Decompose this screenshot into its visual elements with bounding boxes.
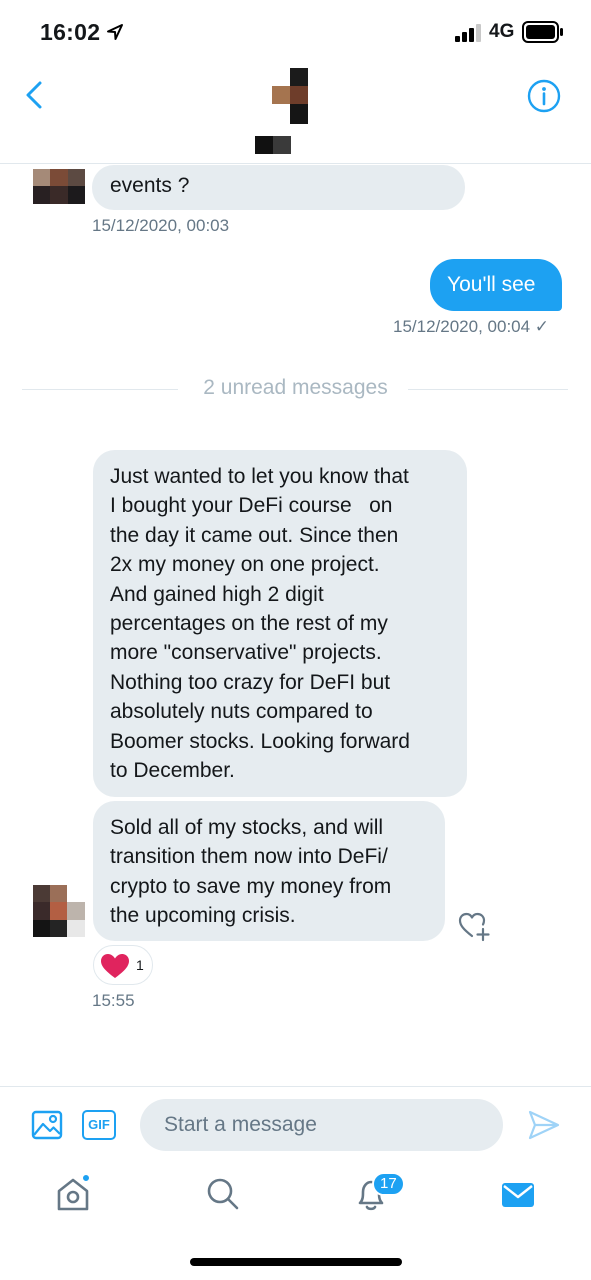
message-line: crypto to save my money from — [110, 874, 392, 898]
reaction-count: 1 — [136, 957, 144, 973]
message-line: I bought your DeFi course on — [110, 494, 393, 518]
conversation-header — [0, 64, 591, 164]
message-line: absolutely nuts compared to — [110, 700, 373, 724]
network-type: 4G — [489, 21, 515, 42]
reaction-pill[interactable]: 1 — [93, 945, 153, 985]
message-bubble-received[interactable]: Sold all of my stocks, and will transiti… — [93, 801, 445, 941]
message-composer: GIF — [0, 1086, 591, 1162]
message-input[interactable] — [140, 1099, 503, 1151]
status-bar: 16:02 4G — [0, 0, 591, 64]
message-line: the day it came out. Since then — [110, 523, 399, 547]
message-timestamp: 15/12/2020, 00:03 — [92, 216, 230, 235]
message-line: 2x my money on one project. — [110, 553, 380, 577]
status-time: 16:02 — [40, 19, 101, 45]
message-line: Just wanted to let you know that — [110, 465, 409, 488]
tab-bar: 17 — [0, 1162, 591, 1280]
avatar[interactable] — [33, 885, 85, 937]
info-button[interactable] — [526, 78, 562, 114]
avatar[interactable] — [33, 169, 85, 221]
location-arrow-icon — [107, 24, 123, 40]
message-line: Nothing too crazy for DeFI but — [110, 670, 391, 694]
home-unread-dot — [81, 1173, 91, 1183]
message-line: Boomer stocks. Looking forward — [110, 729, 410, 753]
unread-divider: 2 unread messages — [0, 376, 591, 400]
back-button[interactable] — [18, 78, 52, 112]
notifications-badge: 17 — [372, 1172, 405, 1196]
message-bubble-received[interactable]: Just wanted to let you know that I bough… — [93, 450, 467, 797]
message-timestamp: 15/12/2020, 00:04 ✓ — [393, 317, 550, 336]
message-line: And gained high 2 digit — [110, 582, 324, 606]
message-timestamp: 15:55 — [92, 991, 135, 1010]
unread-divider-label: 2 unread messages — [191, 376, 400, 399]
message-line: the upcoming crisis. — [110, 904, 296, 928]
message-bubble-received[interactable]: events ? — [92, 165, 465, 210]
heart-icon — [101, 954, 129, 978]
envelope-icon[interactable] — [498, 1174, 538, 1214]
conversation-thread: events ? 15/12/2020, 00:03 You'll see 15… — [0, 165, 591, 1085]
message-line: transition them now into DeFi/ — [110, 845, 388, 869]
message-line: to December. — [110, 759, 235, 783]
message-line: Sold all of my stocks, and will — [110, 816, 384, 839]
search-icon[interactable] — [203, 1174, 243, 1214]
cellular-signal-icon — [455, 24, 481, 42]
message-line: more "conservative" projects. — [110, 641, 382, 665]
image-icon[interactable] — [31, 1109, 63, 1141]
gif-button[interactable]: GIF — [82, 1110, 116, 1140]
add-reaction-heart-icon[interactable] — [457, 909, 491, 943]
pixelated-contact-name — [255, 136, 291, 154]
message-line: percentages on the rest of my — [110, 612, 388, 636]
home-indicator — [190, 1258, 402, 1266]
send-icon[interactable] — [527, 1109, 561, 1141]
message-bubble-sent[interactable]: You'll see — [430, 259, 562, 311]
avatar[interactable] — [272, 68, 308, 124]
battery-icon — [522, 21, 563, 43]
